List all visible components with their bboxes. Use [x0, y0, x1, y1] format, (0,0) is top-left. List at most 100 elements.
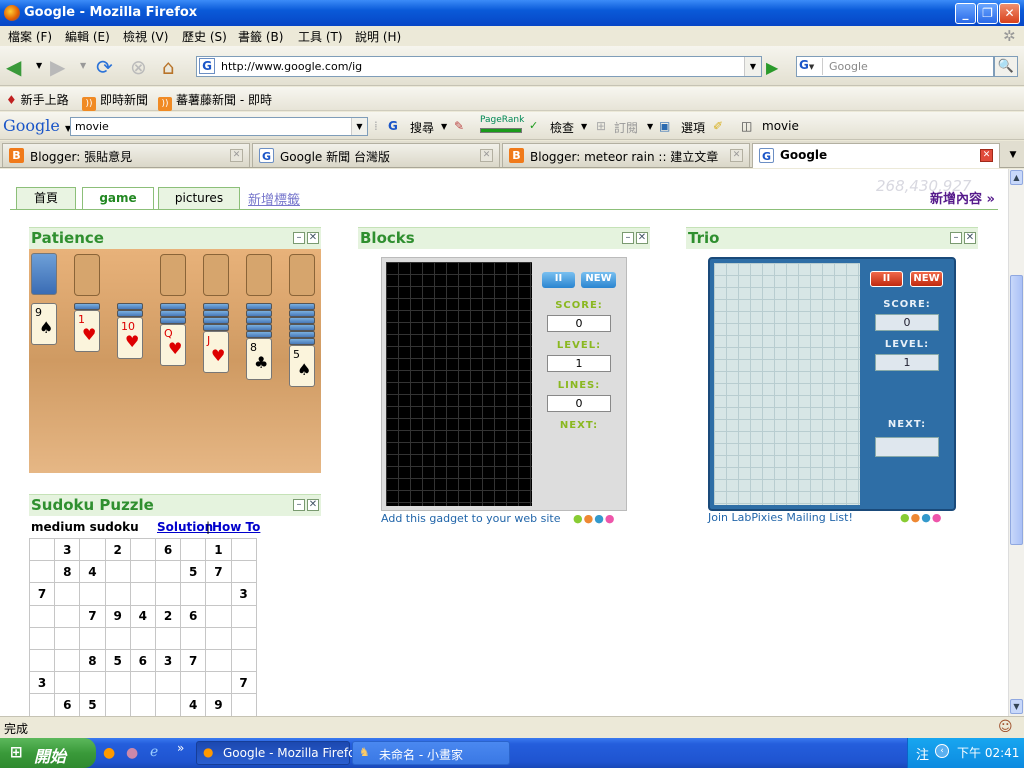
sudoku-cell[interactable] [129, 560, 156, 584]
sudoku-cell[interactable] [154, 582, 182, 606]
sudoku-cell[interactable] [154, 693, 182, 716]
sudoku-cell[interactable]: 8 [54, 560, 81, 584]
sudoku-cell[interactable]: 5 [104, 648, 131, 673]
menu-edit[interactable]: 編輯 (E) [65, 28, 110, 45]
restore-button[interactable]: ❐ [977, 3, 998, 24]
sudoku-cell[interactable] [129, 537, 156, 562]
sudoku-cell[interactable] [230, 648, 257, 673]
scroll-up-icon[interactable]: ▲ [1010, 170, 1023, 185]
close-gadget-icon[interactable]: ✕ [636, 232, 648, 244]
sudoku-cell[interactable] [28, 537, 56, 562]
sudoku-cell[interactable]: 7 [79, 604, 106, 628]
blocks-playfield[interactable] [386, 262, 532, 506]
back-dropdown-icon[interactable]: ▼ [36, 61, 42, 70]
go-icon[interactable]: ▶ [766, 58, 778, 77]
menu-file[interactable]: 檔案 (F) [8, 28, 52, 45]
igoogle-tab-game[interactable]: game [82, 187, 154, 210]
search-dropdown-icon[interactable]: ▼ [441, 122, 447, 131]
blocks-pause-button[interactable]: II [542, 272, 575, 288]
tab-close-icon[interactable]: ✕ [230, 149, 243, 162]
forward-icon[interactable]: ▶ [50, 55, 65, 79]
page-scrollbar[interactable]: ▲ ▼ [1008, 169, 1024, 716]
subscribe-dropdown-icon[interactable]: ▼ [647, 122, 653, 131]
sudoku-cell[interactable] [129, 626, 156, 650]
sudoku-cell[interactable]: 4 [79, 560, 106, 584]
word-find-icon[interactable]: ◫ [741, 119, 752, 133]
sudoku-cell[interactable] [104, 693, 131, 716]
pagerank-label[interactable]: PageRank [480, 115, 524, 125]
sudoku-cell[interactable] [154, 626, 182, 650]
trio-title[interactable]: Trio [688, 229, 719, 247]
sudoku-cell[interactable]: 8 [79, 648, 106, 673]
sudoku-cell[interactable]: 2 [104, 537, 131, 562]
close-gadget-icon[interactable]: ✕ [307, 232, 319, 244]
spellcheck-icon[interactable]: ✓ [529, 119, 538, 132]
sudoku-cell[interactable] [180, 626, 207, 650]
patience-board[interactable]: 9 ♠ 1 ♥ 10 ♥ Q ♥ J ♥ 8 ♣ 5 ♠ [29, 249, 321, 473]
word-find-movie[interactable]: movie [762, 119, 799, 133]
sudoku-cell[interactable] [28, 560, 56, 584]
faceup-card[interactable]: 5 ♠ [289, 345, 315, 387]
sudoku-gadget-header[interactable]: Sudoku Puzzle – ✕ [29, 494, 321, 516]
url-history-dropdown[interactable]: ▼ [744, 57, 761, 76]
window-titlebar[interactable]: Google - Mozilla Firefox _ ❐ ✕ [0, 0, 1024, 26]
google-search-button[interactable]: 搜尋 [410, 119, 434, 136]
sudoku-cell[interactable]: 6 [54, 693, 81, 716]
sudoku-cell[interactable]: 9 [205, 693, 232, 716]
quicklaunch-firefox-icon[interactable]: ● [103, 745, 115, 761]
quicklaunch-messenger-icon[interactable]: ● [126, 745, 138, 761]
subscribe-icon[interactable]: ⊞ [596, 119, 606, 133]
sudoku-cell[interactable] [104, 671, 131, 695]
sudoku-cell[interactable]: 5 [180, 560, 207, 584]
home-icon[interactable]: ⌂ [162, 55, 175, 79]
sudoku-cell[interactable] [129, 582, 156, 606]
tab-blogger-meteor-rain[interactable]: B Blogger: meteor rain :: 建立文章 ✕ [502, 143, 750, 167]
sudoku-cell[interactable] [180, 582, 207, 606]
add-content-link[interactable]: 新增內容 » [930, 188, 995, 207]
minimize-gadget-icon[interactable]: – [293, 232, 305, 244]
google-toolbar-search-input[interactable]: movie ▼ [70, 117, 368, 136]
addon-status-icon[interactable]: ☺ [998, 719, 1013, 735]
blocks-title[interactable]: Blocks [360, 229, 415, 247]
sudoku-cell[interactable] [79, 671, 106, 695]
sudoku-cell[interactable] [54, 582, 81, 606]
sudoku-cell[interactable]: 7 [205, 560, 232, 584]
sudoku-cell[interactable] [104, 582, 131, 606]
tab-google-active[interactable]: G Google ✕ [752, 143, 1000, 168]
sudoku-cell[interactable] [205, 648, 232, 673]
sudoku-cell[interactable] [230, 537, 257, 562]
igoogle-tab-pictures[interactable]: pictures [158, 187, 240, 209]
quicklaunch-ie-icon[interactable]: ℯ [150, 744, 158, 760]
trio-gadget-header[interactable]: Trio – ✕ [686, 227, 978, 249]
faceup-card[interactable]: 1 ♥ [74, 310, 100, 352]
taskbar-item-firefox[interactable]: ● Google - Mozilla Firefox [196, 741, 362, 765]
sudoku-cell[interactable] [230, 560, 257, 584]
faceup-card[interactable]: 9 ♠ [31, 303, 57, 345]
subscribe-button[interactable]: 訂閱 [614, 119, 638, 136]
blocks-new-button[interactable]: NEW [581, 272, 616, 288]
sudoku-cell[interactable] [54, 604, 81, 628]
sudoku-cell[interactable] [129, 693, 156, 716]
search-bar[interactable]: G▼ Google [796, 56, 994, 77]
sudoku-cell[interactable] [54, 626, 81, 650]
tab-close-icon[interactable]: ✕ [480, 149, 493, 162]
sudoku-cell[interactable]: 2 [154, 604, 182, 628]
search-magnifier-icon[interactable]: 🔍 [994, 56, 1018, 77]
sudoku-cell[interactable] [180, 537, 207, 562]
sudoku-cell[interactable]: 7 [230, 671, 257, 695]
google-search-dropdown[interactable]: ▼ [351, 118, 367, 135]
minimize-button[interactable]: _ [955, 3, 976, 24]
sudoku-cell[interactable] [28, 626, 56, 650]
sudoku-cell[interactable]: 1 [205, 537, 232, 562]
sudoku-cell[interactable] [230, 626, 257, 650]
sudoku-cell[interactable]: 4 [129, 604, 156, 628]
quicklaunch-more-icon[interactable]: » [177, 741, 184, 755]
sudoku-cell[interactable] [154, 560, 182, 584]
trio-playfield[interactable] [714, 263, 860, 505]
bookmark-getting-started[interactable]: ♦ 新手上路 [6, 91, 69, 108]
tab-close-icon[interactable]: ✕ [980, 149, 993, 162]
sudoku-cell[interactable] [205, 671, 232, 695]
sudoku-cell[interactable]: 4 [180, 693, 207, 716]
sudoku-cell[interactable] [129, 671, 156, 695]
add-gadget-link[interactable]: Add this gadget to your web site [381, 512, 561, 525]
